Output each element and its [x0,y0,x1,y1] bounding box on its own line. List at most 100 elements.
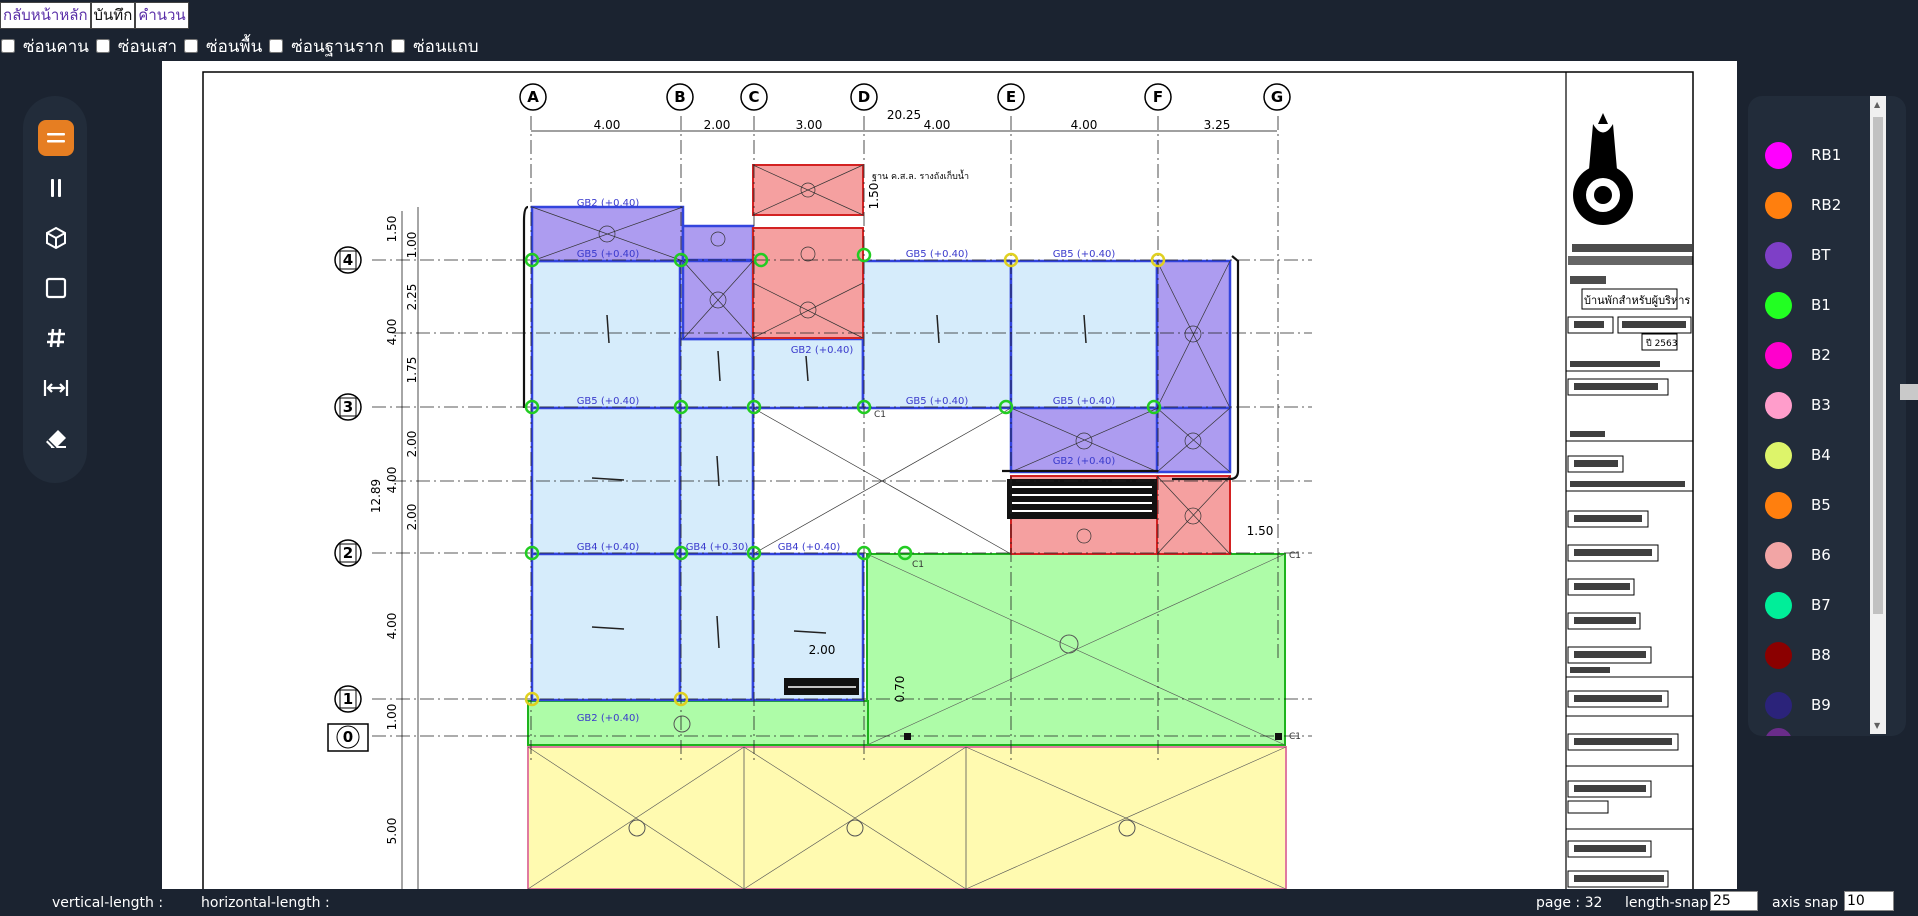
grid-label-0: 0 [343,728,353,746]
dimension-tool[interactable] [38,370,74,406]
svg-text:4.00: 4.00 [385,467,399,494]
legend-item-b6[interactable]: B6 [1765,540,1831,570]
svg-text:1.75: 1.75 [405,357,419,384]
svg-text:GB2 (+0.40): GB2 (+0.40) [791,345,854,356]
grid-tool[interactable] [38,320,74,356]
hide-strip-label: ซ่อนแถบ [413,36,479,57]
hide-strip-checkbox[interactable] [391,39,406,53]
legend-label: B5 [1811,496,1831,514]
square-icon [45,277,67,299]
grid-label-g: G [1271,88,1283,106]
box-3d-tool[interactable] [38,220,74,256]
legend-label: BT [1811,246,1831,264]
legend-swatch [1765,341,1792,369]
legend-item-b7[interactable]: B7 [1765,590,1831,620]
equals-bars-icon [47,133,65,143]
legend-item-b4[interactable]: B4 [1765,440,1831,470]
svg-text:GB4 (+0.40): GB4 (+0.40) [577,542,640,553]
legend-label: B2 [1811,346,1831,364]
svg-text:2.25: 2.25 [405,284,419,311]
svg-text:2.00: 2.00 [405,431,419,458]
legend-swatch [1765,727,1792,736]
legend-item-bt[interactable]: BT [1765,240,1830,270]
grid-label-f: F [1153,88,1163,106]
scroll-up-arrow-icon[interactable]: ▲ [1874,100,1880,109]
hide-slab-option[interactable]: ซ่อนพื้น [183,33,262,60]
axis-snap-label: axis snap : [1772,895,1848,911]
svg-text:C1: C1 [874,410,886,420]
legend-label: B6 [1811,546,1831,564]
grid-label-c: C [748,88,759,106]
grid-label-4: 4 [343,251,353,269]
hide-beam-label: ซ่อนคาน [23,36,89,57]
legend-item-b8[interactable]: B8 [1765,640,1831,670]
legend-swatch [1765,441,1792,469]
legend-label: B4 [1811,446,1831,464]
legend-label: RB2 [1811,196,1842,214]
legend-item-b2[interactable]: B2 [1765,340,1831,370]
hide-footing-checkbox[interactable] [269,39,284,53]
left-dimensions: 1.50 1.00 2.25 1.75 2.00 2.00 4.00 1.00 … [369,207,419,889]
svg-text:2.00: 2.00 [405,504,419,531]
length-snap-input[interactable] [1710,891,1758,911]
legend-item-b1[interactable]: B1 [1765,290,1831,320]
length-snap-label: length-snap : [1625,895,1718,911]
svg-text:GB5 (+0.40): GB5 (+0.40) [1053,249,1116,260]
svg-text:0.70: 0.70 [893,676,907,703]
legend-label: RB1 [1811,146,1842,164]
eraser-icon [46,430,66,449]
drawing-canvas[interactable]: A B C D E F G 20.25 4.00 2.00 3.00 4.00 … [162,61,1737,889]
hide-column-checkbox[interactable] [95,39,110,53]
legend-swatch [1765,691,1792,719]
home-button[interactable]: กลับหน้าหลัก [0,2,91,29]
hide-column-option[interactable]: ซ่อนเสา [95,33,177,60]
svg-text:GB4 (+0.30): GB4 (+0.30) [686,542,749,553]
floor-plan-drawing[interactable]: A B C D E F G 20.25 4.00 2.00 3.00 4.00 … [162,61,1737,889]
hide-beam-option[interactable]: ซ่อนคาน [0,33,89,60]
legend-item-rb2[interactable]: RB2 [1765,190,1841,220]
svg-text:4.00: 4.00 [385,613,399,640]
legend-label: B8 [1811,646,1831,664]
span-ab: 4.00 [594,118,621,132]
hide-footing-option[interactable]: ซ่อนฐานราก [268,33,384,60]
footing-note: ฐาน ค.ส.ล. รางถังเก็บน้ำ [872,169,969,182]
legend-scroll-thumb[interactable] [1873,117,1883,614]
total-width-dim: 20.25 [887,108,921,122]
svg-text:GB5 (+0.40): GB5 (+0.40) [577,249,640,260]
axis-snap-input[interactable] [1844,891,1894,911]
hide-column-label: ซ่อนเสา [117,36,178,57]
scroll-down-arrow-icon[interactable]: ▼ [1874,721,1880,730]
project-name: บ้านพักสำหรับผู้บริหาร [1584,294,1690,307]
slab-tool[interactable] [38,270,74,306]
legend-item-b5[interactable]: B5 [1765,490,1831,520]
svg-text:1.50: 1.50 [1247,524,1274,538]
svg-text:GB2 (+0.40): GB2 (+0.40) [577,713,640,724]
legend-item-rb1[interactable]: RB1 [1765,140,1841,170]
page-number: page : 32 [1536,895,1603,911]
beam-tool[interactable] [38,120,74,156]
legend-scrollbar[interactable]: ▲ ▼ [1870,96,1886,734]
svg-text:C1: C1 [1289,732,1301,742]
eraser-tool[interactable] [38,420,74,456]
hide-beam-checkbox[interactable] [1,39,15,53]
page-scroll-thumb[interactable] [1900,384,1918,400]
svg-text:1.50: 1.50 [385,216,399,243]
span-bc: 2.00 [704,118,731,132]
svg-text:GB5 (+0.40): GB5 (+0.40) [1053,396,1116,407]
legend-item-b3[interactable]: B3 [1765,390,1831,420]
svg-text:4.00: 4.00 [385,319,399,346]
svg-text:GB5 (+0.40): GB5 (+0.40) [906,396,969,407]
calculate-button[interactable]: คำนวน [135,2,189,29]
svg-text:GB5 (+0.40): GB5 (+0.40) [577,396,640,407]
legend-item-b9[interactable]: B9 [1765,690,1831,720]
save-button[interactable]: บันทึก [90,2,136,29]
hide-strip-option[interactable]: ซ่อนแถบ [390,33,479,60]
column-tool[interactable] [38,170,74,206]
grid-bubbles-top: A B C D E F G [519,83,1291,111]
svg-text:GB2 (+0.40): GB2 (+0.40) [577,198,640,209]
hide-slab-checkbox[interactable] [184,39,199,53]
status-bar: vertical-length : horizontal-length : pa… [0,889,1918,916]
top-nav: กลับหน้าหลัก บันทึก คำนวน [0,2,189,29]
legend-swatch [1765,391,1792,419]
svg-text:1.00: 1.00 [385,704,399,731]
